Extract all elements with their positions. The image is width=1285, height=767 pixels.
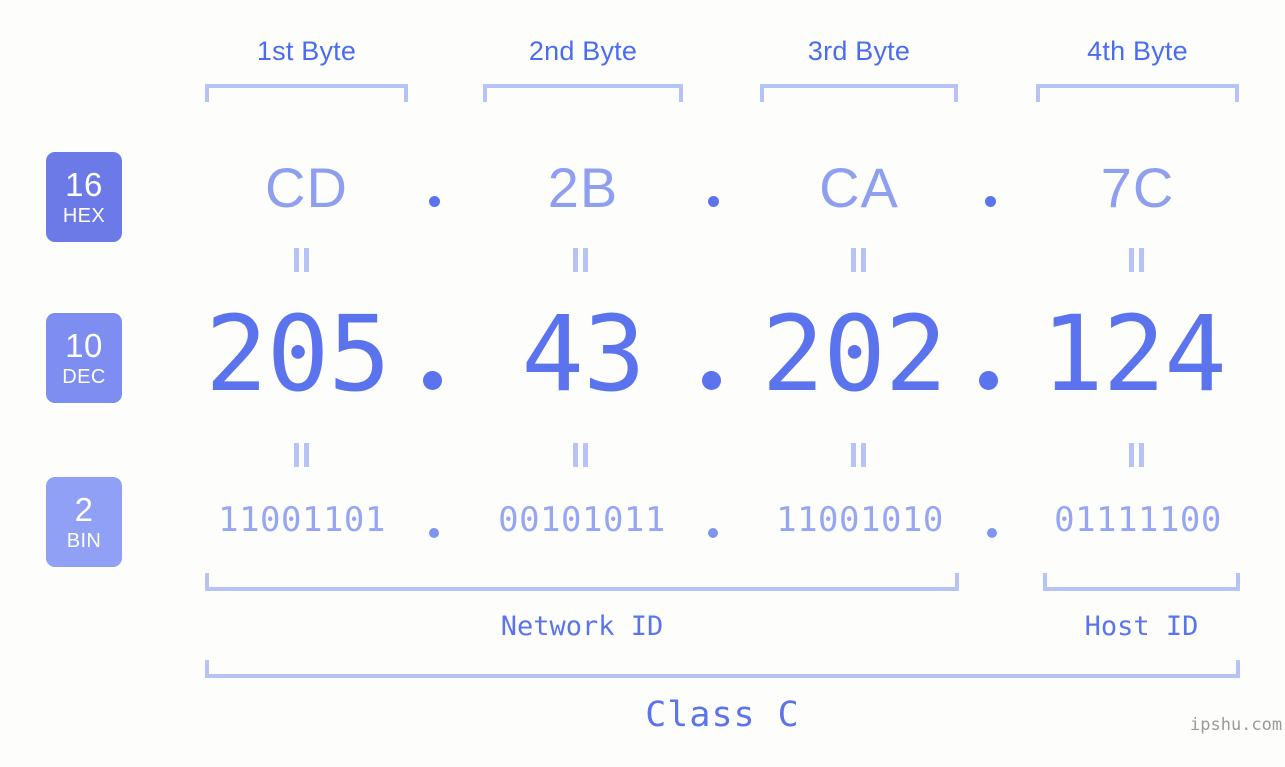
equals-mark-hex-dec-1 [292,248,311,272]
hex-separator-dot-2 [708,196,719,207]
equals-mark-hex-dec-4 [1127,248,1146,272]
dec-octet-2: 43 [521,293,645,415]
hex-separator-dot-1 [429,196,440,207]
bin-separator-dot-3 [987,528,997,538]
bin-separator-dot-2 [708,528,718,538]
bin-octet-1: 11001101 [218,500,386,540]
badge-dec-radix: 10 [65,327,103,364]
bin-octet-2: 00101011 [498,500,666,540]
equals-mark-dec-bin-3 [849,443,868,467]
badge-hex-radix: 16 [65,166,103,203]
badge-hex: 16 HEX [46,152,122,242]
network-id-label: Network ID [500,611,664,642]
host-id-bracket [1043,573,1240,591]
badge-bin: 2 BIN [46,477,122,567]
equals-mark-dec-bin-4 [1127,443,1146,467]
hex-octet-4: 7C [1100,156,1175,219]
byte-header-2: 2nd Byte [528,36,638,66]
dec-separator-dot-2 [702,371,721,390]
equals-mark-hex-dec-3 [849,248,868,272]
hex-octet-3: CA [819,156,899,219]
equals-mark-dec-bin-1 [292,443,311,467]
class-bracket [205,660,1240,678]
equals-mark-dec-bin-2 [571,443,590,467]
watermark: ipshu.com [1190,715,1283,735]
hex-octet-2: 2B [547,156,619,219]
hex-octet-1: CD [265,156,348,219]
byte-bracket-4 [1036,84,1239,102]
dec-octet-1: 205 [205,293,391,415]
network-id-bracket [205,573,959,591]
badge-dec: 10 DEC [46,313,122,403]
badge-bin-radix: 2 [74,491,94,528]
bin-octet-3: 11001010 [776,500,944,540]
ip-breakdown-diagram: 1st Byte 2nd Byte 3rd Byte 4th Byte 16 H… [0,0,1285,767]
hex-separator-dot-3 [985,196,996,207]
dec-octet-4: 124 [1041,293,1227,415]
dec-separator-dot-3 [979,371,998,390]
byte-bracket-1 [205,84,408,102]
byte-header-3: 3rd Byte [807,36,911,66]
badge-bin-name: BIN [66,530,102,552]
bin-separator-dot-1 [429,528,439,538]
byte-header-4: 4th Byte [1087,36,1188,66]
bin-octet-4: 01111100 [1054,500,1222,540]
byte-bracket-2 [483,84,683,102]
byte-bracket-3 [760,84,958,102]
host-id-label: Host ID [1084,611,1199,642]
dec-separator-dot-1 [423,371,442,390]
badge-dec-name: DEC [62,366,106,388]
dec-octet-3: 202 [761,293,948,415]
badge-hex-name: HEX [62,205,106,227]
class-label: Class C [645,695,800,735]
equals-mark-hex-dec-2 [571,248,590,272]
byte-header-1: 1st Byte [256,36,357,66]
